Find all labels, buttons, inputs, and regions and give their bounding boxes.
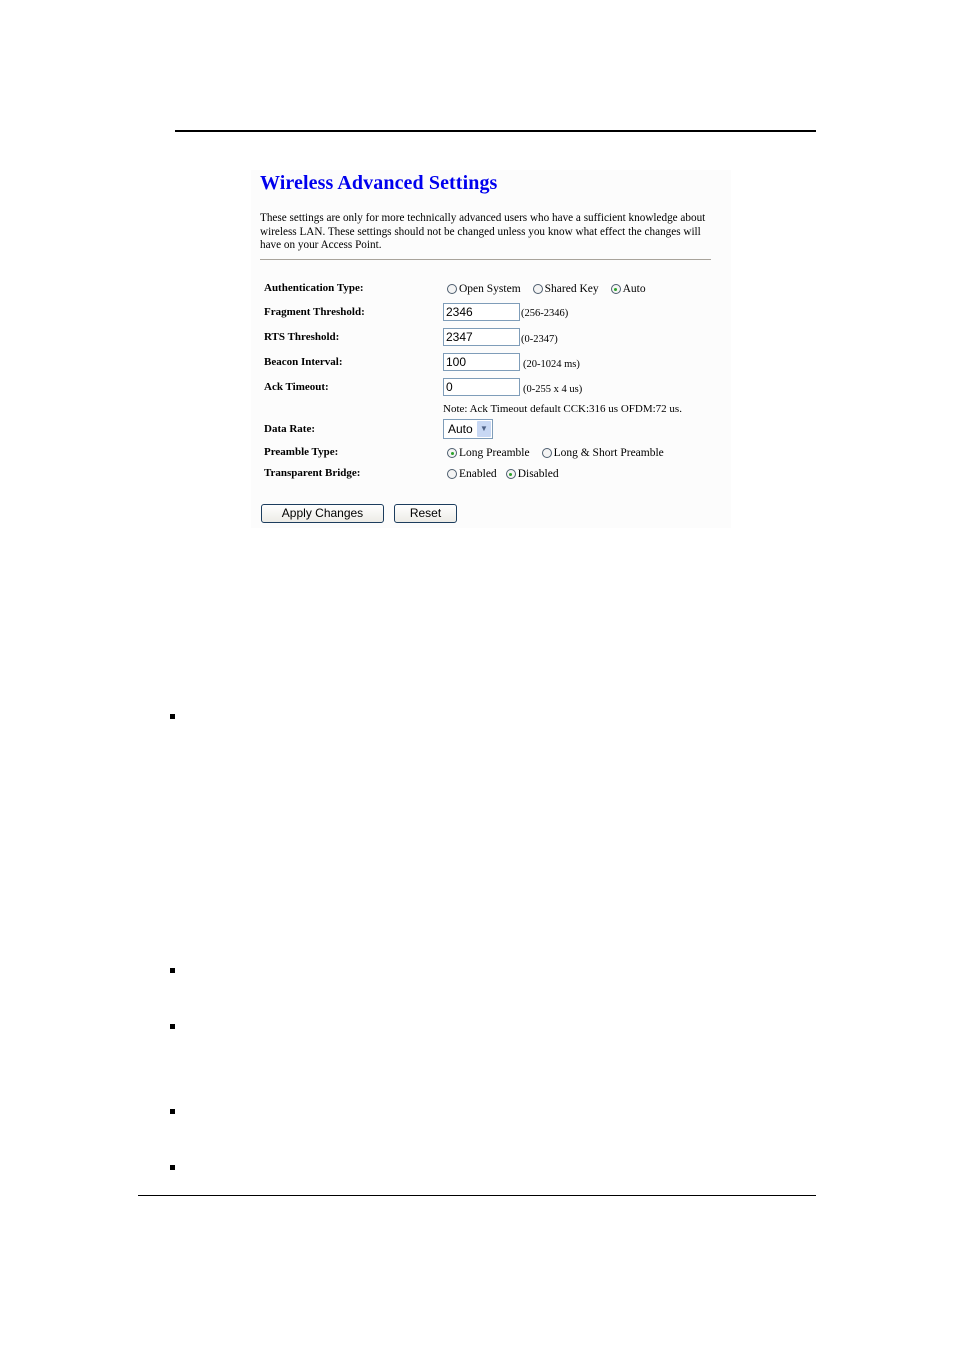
option-label: Long & Short Preamble — [553, 447, 664, 459]
ack-timeout-note: Note: Ack Timeout default CCK:316 us OFD… — [443, 403, 682, 415]
authentication-type-radio-group: Open System Shared Key Auto — [447, 283, 658, 295]
auth-option-open-system[interactable]: Open System — [447, 283, 521, 295]
transparent-bridge-radio-group: Enabled Disabled — [447, 468, 571, 480]
apply-changes-button[interactable]: Apply Changes — [261, 504, 384, 523]
rts-threshold-input[interactable]: 2347 — [443, 328, 520, 346]
chevron-down-icon[interactable]: ▼ — [477, 421, 491, 437]
radio-unselected-icon[interactable] — [447, 284, 457, 294]
page-title: Wireless Advanced Settings — [260, 172, 498, 194]
ack-timeout-label: Ack Timeout: — [264, 381, 329, 393]
beacon-interval-hint: (20-1024 ms) — [523, 359, 580, 370]
ack-timeout-hint: (0-255 x 4 us) — [523, 384, 583, 395]
square-bullet-icon — [170, 1109, 175, 1114]
preamble-type-radio-group: Long Preamble Long & Short Preamble — [447, 447, 676, 459]
data-rate-label: Data Rate: — [264, 423, 316, 435]
bridge-option-enabled[interactable]: Enabled — [447, 468, 497, 480]
bridge-option-disabled[interactable]: Disabled — [505, 468, 559, 480]
radio-unselected-icon[interactable] — [541, 448, 552, 458]
reset-button[interactable]: Reset — [394, 504, 457, 523]
auth-option-shared-key[interactable]: Shared Key — [532, 283, 599, 295]
transparent-bridge-label: Transparent Bridge: — [264, 467, 361, 479]
beacon-interval-input[interactable]: 100 — [443, 353, 520, 371]
beacon-interval-label: Beacon Interval: — [264, 356, 343, 368]
option-label: Shared Key — [544, 283, 599, 295]
rts-threshold-label: RTS Threshold: — [264, 331, 340, 343]
option-label: Open System — [459, 283, 521, 295]
section-divider — [260, 259, 711, 260]
header-rule — [175, 130, 816, 132]
authentication-type-label: Authentication Type: — [264, 282, 364, 294]
ack-timeout-input[interactable]: 0 — [443, 378, 520, 396]
page-description: These settings are only for more technic… — [260, 212, 706, 251]
square-bullet-icon — [170, 1165, 175, 1170]
fragment-threshold-input[interactable]: 2346 — [443, 303, 520, 321]
option-label: Enabled — [459, 468, 497, 480]
radio-selected-icon[interactable] — [505, 469, 516, 479]
option-label: Disabled — [517, 468, 559, 480]
square-bullet-icon — [170, 968, 175, 973]
preamble-type-label: Preamble Type: — [264, 446, 339, 458]
radio-unselected-icon[interactable] — [532, 284, 543, 294]
radio-selected-icon[interactable] — [447, 448, 457, 458]
preamble-option-long-short[interactable]: Long & Short Preamble — [541, 447, 664, 459]
data-rate-select[interactable]: Auto ▼ — [443, 419, 493, 439]
fragment-threshold-hint: (256-2346) — [521, 308, 569, 319]
option-label: Auto — [622, 283, 646, 295]
fragment-threshold-label: Fragment Threshold: — [264, 306, 365, 318]
square-bullet-icon — [170, 1024, 175, 1029]
square-bullet-icon — [170, 714, 175, 719]
screenshot-panel: Wireless Advanced Settings These setting… — [251, 170, 731, 528]
auth-option-auto[interactable]: Auto — [610, 283, 646, 295]
option-label: Long Preamble — [459, 447, 530, 459]
radio-unselected-icon[interactable] — [447, 469, 457, 479]
preamble-option-long[interactable]: Long Preamble — [447, 447, 530, 459]
rts-threshold-hint: (0-2347) — [521, 334, 558, 345]
footer-rule — [138, 1195, 816, 1196]
data-rate-value: Auto — [448, 422, 473, 436]
radio-selected-icon[interactable] — [610, 284, 621, 294]
